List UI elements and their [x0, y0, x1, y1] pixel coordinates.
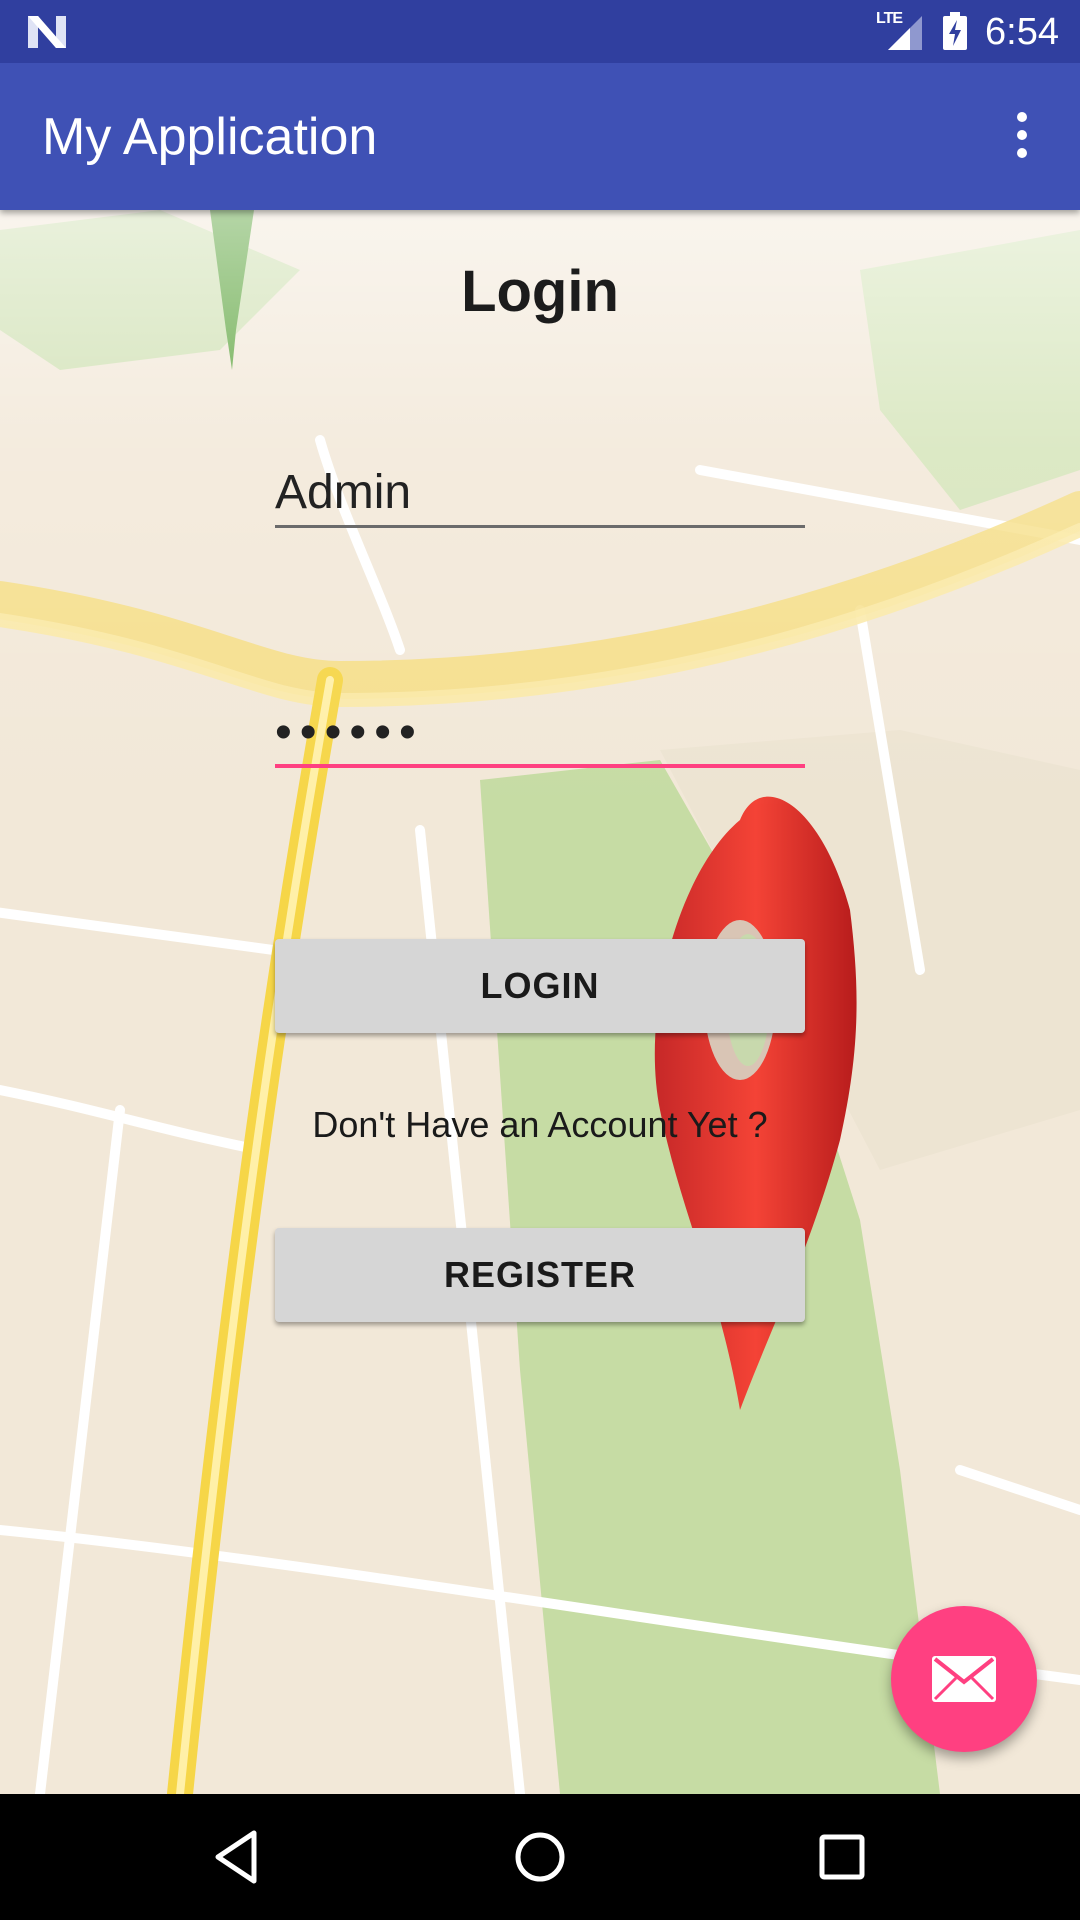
back-icon[interactable] [208, 1827, 268, 1887]
navigation-bar [0, 1794, 1080, 1920]
username-field[interactable] [275, 460, 805, 528]
password-input[interactable] [275, 700, 805, 768]
login-screen: LTE 6:54 My Application Login Admin ••••… [0, 0, 1080, 1920]
more-vert-icon[interactable] [1002, 107, 1042, 167]
home-icon[interactable] [510, 1827, 570, 1887]
battery-charging-icon [943, 12, 967, 50]
mail-icon [932, 1656, 996, 1702]
login-title: Login [461, 259, 619, 324]
recents-icon[interactable] [812, 1827, 872, 1887]
app-bar: My Application [0, 63, 1080, 210]
clock: 6:54 [985, 11, 1059, 53]
app-title: My Application [42, 108, 378, 166]
mail-fab[interactable] [891, 1606, 1037, 1752]
register-button[interactable]: REGISTER [275, 1228, 805, 1322]
no-account-text: Don't Have an Account Yet ? [312, 1104, 768, 1145]
login-button[interactable]: LOGIN [275, 939, 805, 1033]
n-logo-icon [28, 16, 66, 48]
status-bar: LTE 6:54 [0, 0, 1080, 63]
password-field[interactable] [275, 700, 805, 768]
username-input[interactable] [275, 460, 805, 528]
network-type-label: LTE [876, 10, 903, 27]
